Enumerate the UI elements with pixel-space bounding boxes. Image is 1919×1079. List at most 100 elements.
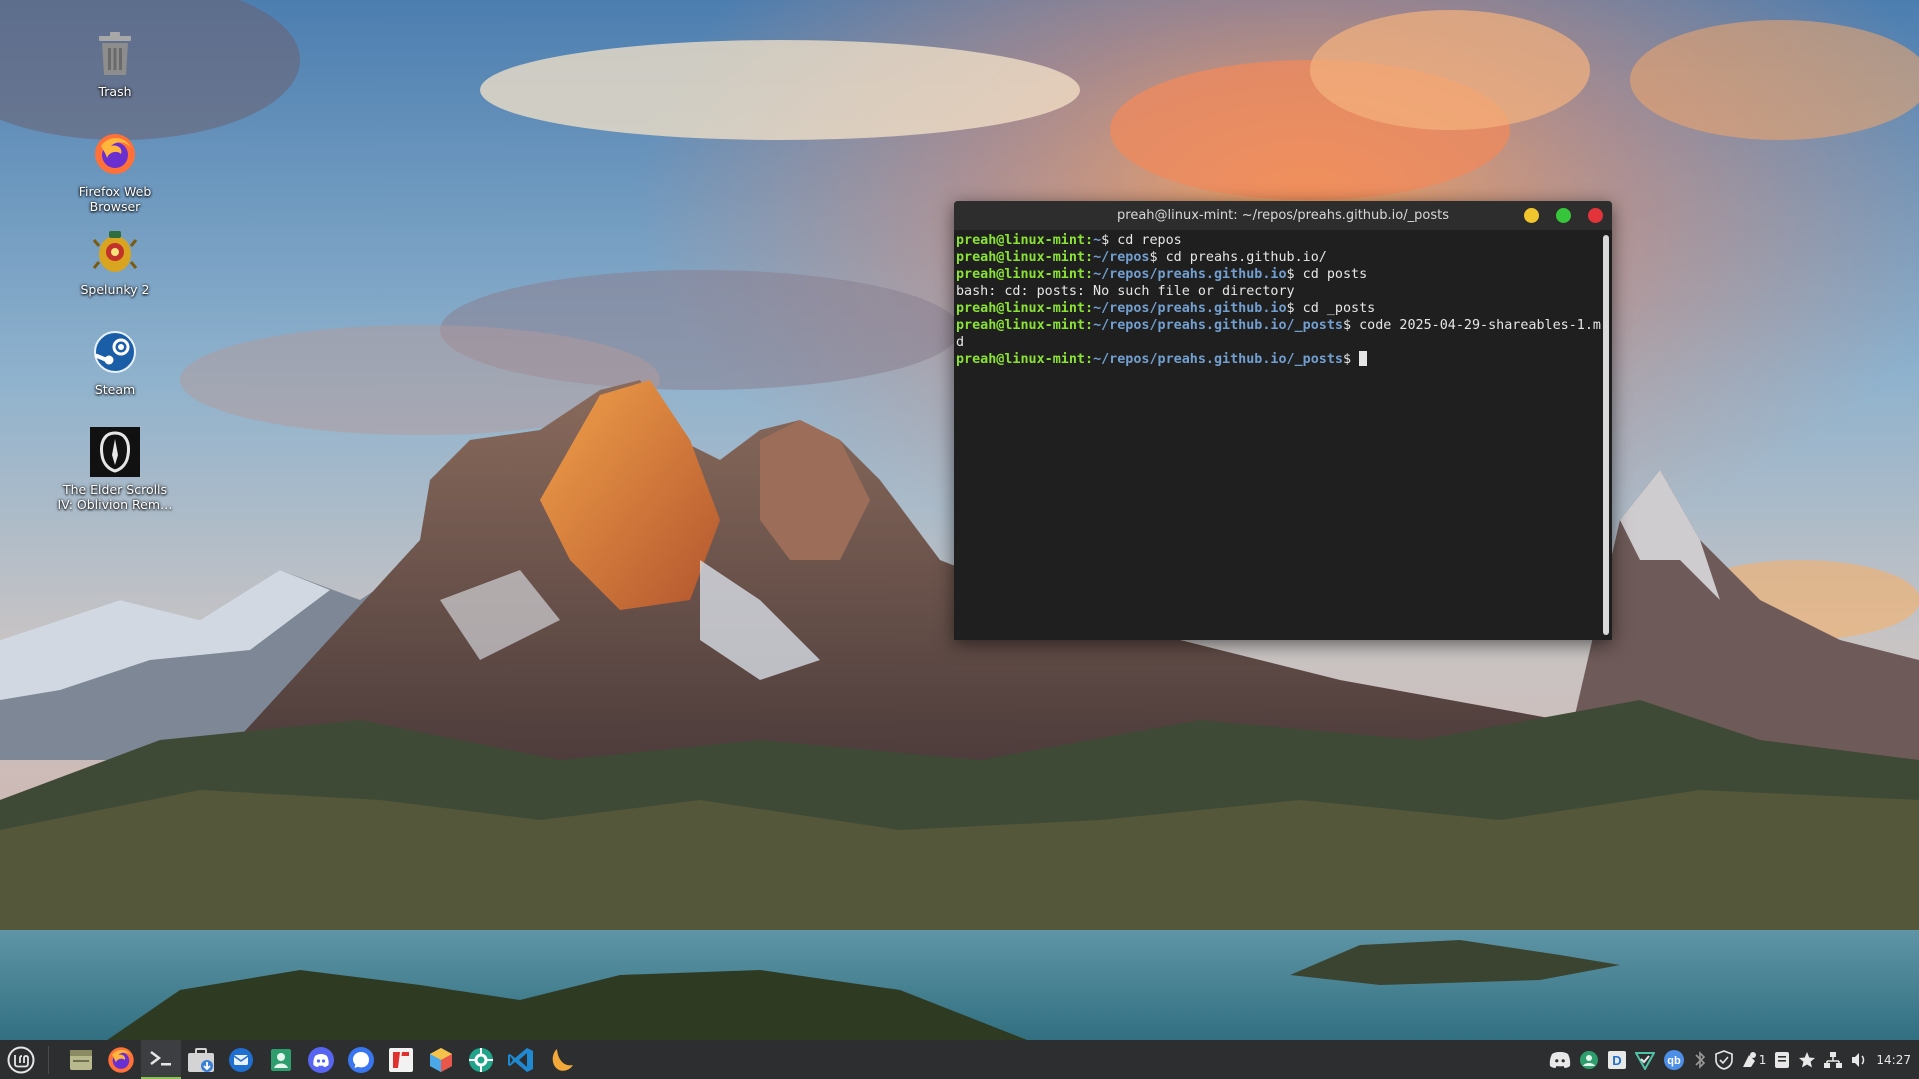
firefox-icon bbox=[89, 128, 141, 180]
prompt-path: ~/repos/preahs.github.io bbox=[1093, 301, 1287, 316]
signal-icon bbox=[348, 1046, 374, 1073]
svg-text:qb: qb bbox=[1667, 1055, 1681, 1067]
terminal-scrollbar[interactable] bbox=[1603, 235, 1609, 635]
desktop-icon-label: Trash bbox=[98, 84, 132, 99]
trash-icon bbox=[89, 28, 141, 80]
oblivion-icon bbox=[89, 426, 141, 478]
command-text: $ cd repos bbox=[1101, 233, 1182, 248]
software-manager-launcher[interactable] bbox=[421, 1040, 461, 1079]
discord-tray[interactable] bbox=[1549, 1040, 1571, 1079]
show-desktop-icon bbox=[70, 1049, 92, 1070]
timeshift-launcher[interactable] bbox=[261, 1040, 301, 1079]
vpn-tray-icon bbox=[1634, 1051, 1655, 1070]
desktop-icon-label: The Elder Scrolls IV: Oblivion Rem… bbox=[57, 482, 173, 512]
terminal-window[interactable]: preah@linux-mint: ~/repos/preahs.github.… bbox=[954, 201, 1612, 640]
qbittorrent-tray[interactable]: qb bbox=[1663, 1040, 1685, 1079]
command-text: $ code 2025-04-29-shareables-1.m bbox=[1342, 318, 1601, 333]
dropbox-tray-icon: D bbox=[1607, 1050, 1626, 1069]
mint-menu-icon bbox=[7, 1046, 35, 1073]
clock[interactable]: 14:27 bbox=[1876, 1040, 1911, 1079]
shield-tray-icon bbox=[1714, 1049, 1733, 1070]
qbittorrent-tray-icon: qb bbox=[1663, 1049, 1684, 1070]
volume-tray-icon bbox=[1852, 1052, 1865, 1067]
web-icon bbox=[469, 1047, 493, 1072]
terminal-output[interactable]: preah@linux-mint:~$ cd repos preah@linux… bbox=[954, 230, 1612, 640]
star-tray[interactable] bbox=[1798, 1040, 1816, 1079]
timeshift-icon bbox=[271, 1048, 291, 1071]
update-count: 1 bbox=[1758, 1052, 1767, 1067]
prompt-separator: : bbox=[1085, 301, 1094, 316]
bluetooth-tray-icon bbox=[1695, 1050, 1705, 1069]
system-tray: D qb 1 14:27 bbox=[1549, 1040, 1911, 1079]
thunderbird-launcher[interactable] bbox=[221, 1040, 261, 1079]
update-tray[interactable]: 1 bbox=[1741, 1040, 1767, 1079]
signal-launcher[interactable] bbox=[341, 1040, 381, 1079]
prompt-path: ~/repos/preahs.github.io/_posts bbox=[1093, 352, 1343, 367]
show-desktop-button[interactable] bbox=[61, 1040, 101, 1079]
terminal-line: preah@linux-mint:~/repos/preahs.github.i… bbox=[956, 317, 1612, 334]
minimize-button[interactable] bbox=[1524, 208, 1539, 223]
command-text: $ cd posts bbox=[1286, 267, 1368, 282]
star-tray-icon bbox=[1799, 1051, 1816, 1067]
shield-tray[interactable] bbox=[1714, 1040, 1733, 1079]
notes-tray-icon bbox=[1775, 1051, 1790, 1068]
clock-time: 14:27 bbox=[1876, 1052, 1911, 1067]
terminal-titlebar[interactable]: preah@linux-mint: ~/repos/preahs.github.… bbox=[954, 201, 1612, 230]
desktop-icon-label: Firefox Web Browser bbox=[78, 184, 152, 214]
command-text: $ cd preahs.github.io/ bbox=[1149, 250, 1327, 265]
desktop-icon-oblivion[interactable]: The Elder Scrolls IV: Oblivion Rem… bbox=[50, 426, 180, 512]
prompt-path: ~/repos/preahs.github.io bbox=[1093, 267, 1287, 282]
desktop-icon-label: Spelunky 2 bbox=[80, 282, 150, 297]
discord-icon bbox=[308, 1046, 334, 1073]
terminal-line: d bbox=[956, 334, 1612, 351]
prompt-separator: : bbox=[1085, 352, 1094, 367]
files-icon bbox=[188, 1047, 214, 1072]
steam-icon bbox=[89, 326, 141, 378]
desktop-icon-trash[interactable]: Trash bbox=[50, 28, 180, 99]
prompt-separator: : bbox=[1085, 233, 1094, 248]
prompt-path: ~/repos bbox=[1093, 250, 1150, 265]
desktop-icon-label: Steam bbox=[94, 382, 136, 397]
vpn-tray[interactable] bbox=[1634, 1040, 1655, 1079]
update-tray-icon bbox=[1742, 1051, 1756, 1067]
discord-launcher[interactable] bbox=[301, 1040, 341, 1079]
prompt-user: preah@linux-mint bbox=[956, 301, 1085, 316]
vscode-launcher[interactable] bbox=[501, 1040, 541, 1079]
prompt-separator: : bbox=[1085, 267, 1094, 282]
thunderbird-icon bbox=[229, 1047, 253, 1072]
command-text: $ cd _posts bbox=[1286, 301, 1376, 316]
desktop-icon-steam[interactable]: Steam bbox=[50, 326, 180, 397]
network-tray-icon bbox=[1824, 1051, 1843, 1068]
maximize-button[interactable] bbox=[1556, 208, 1571, 223]
text-cursor bbox=[1359, 351, 1368, 366]
svg-text:D: D bbox=[1612, 1053, 1621, 1068]
files-launcher[interactable] bbox=[181, 1040, 221, 1079]
prompt-separator: : bbox=[1085, 318, 1094, 333]
desktop-icon-spelunky[interactable]: Spelunky 2 bbox=[50, 226, 180, 297]
wrapped-text: d bbox=[956, 335, 965, 350]
flathub-launcher[interactable] bbox=[381, 1040, 421, 1079]
prompt-path: ~ bbox=[1093, 233, 1102, 248]
dropbox-tray[interactable]: D bbox=[1607, 1040, 1627, 1079]
terminal-line: preah@linux-mint:~/repos$ cd preahs.gith… bbox=[956, 249, 1612, 266]
timeshift-tray[interactable] bbox=[1579, 1040, 1599, 1079]
firefox-launcher[interactable] bbox=[101, 1040, 141, 1079]
volume-tray[interactable] bbox=[1850, 1040, 1868, 1079]
close-button[interactable] bbox=[1588, 208, 1603, 223]
prompt-user: preah@linux-mint bbox=[956, 352, 1085, 367]
notes-tray[interactable] bbox=[1774, 1040, 1790, 1079]
prompt-path: ~/repos/preahs.github.io/_posts bbox=[1093, 318, 1343, 333]
desktop-icon-firefox[interactable]: Firefox Web Browser bbox=[50, 128, 180, 214]
prompt-separator: : bbox=[1085, 250, 1094, 265]
discord-tray-icon bbox=[1549, 1051, 1570, 1068]
prompt-user: preah@linux-mint bbox=[956, 318, 1085, 333]
bluetooth-tray[interactable] bbox=[1693, 1040, 1707, 1079]
terminal-line: preah@linux-mint:~/repos/preahs.github.i… bbox=[956, 300, 1612, 317]
terminal-launcher[interactable] bbox=[141, 1040, 181, 1079]
redshift-launcher[interactable] bbox=[541, 1040, 581, 1079]
mint-menu-button[interactable] bbox=[0, 1040, 42, 1079]
prompt-user: preah@linux-mint bbox=[956, 267, 1085, 282]
web-launcher[interactable] bbox=[461, 1040, 501, 1079]
network-tray[interactable] bbox=[1824, 1040, 1843, 1079]
prompt-user: preah@linux-mint bbox=[956, 233, 1085, 248]
